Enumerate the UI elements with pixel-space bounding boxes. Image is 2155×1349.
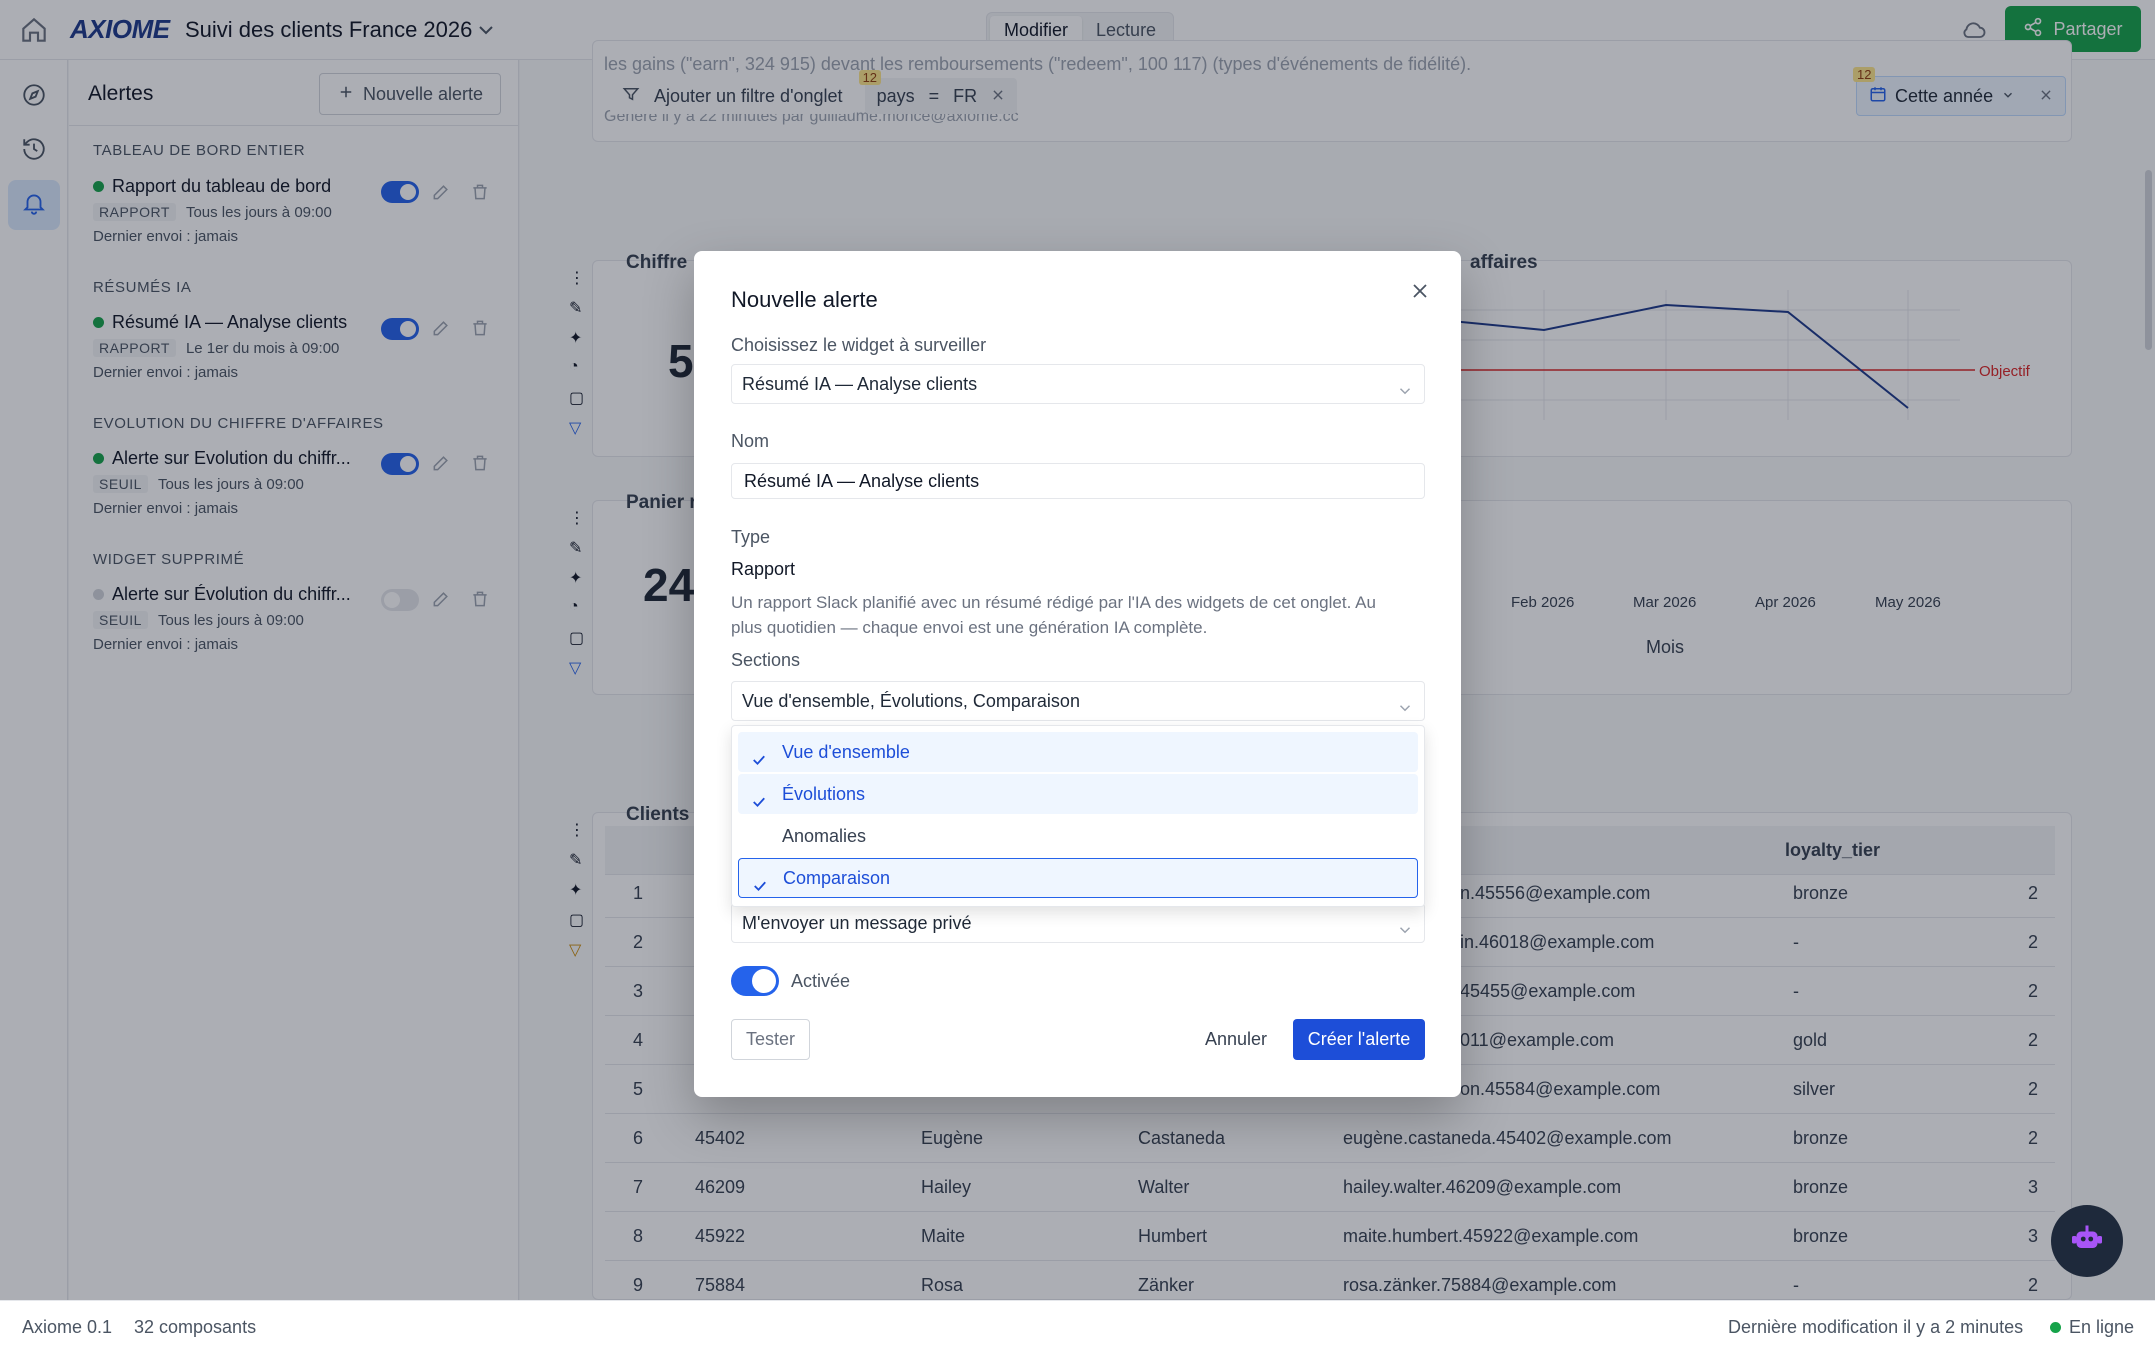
option-comparaison[interactable]: Comparaison xyxy=(738,858,1418,898)
name-input[interactable] xyxy=(731,463,1425,499)
type-label: Type xyxy=(731,527,771,547)
component-count: 32 composants xyxy=(134,1317,257,1337)
option-vue-ensemble[interactable]: Vue d'ensemble xyxy=(738,732,1418,772)
app-version: Axiome 0.1 xyxy=(22,1317,113,1337)
enabled-label: Activée xyxy=(791,971,851,991)
check-icon xyxy=(751,870,769,892)
widget-select-label: Choisissez le widget à surveiller xyxy=(731,335,987,355)
last-modified: Dernière modification il y a 2 minutes xyxy=(1728,1317,2024,1337)
option-evolutions[interactable]: Évolutions xyxy=(738,774,1418,814)
widget-select-value: Résumé IA — Analyse clients xyxy=(742,374,978,394)
sections-dropdown: Vue d'ensemble Évolutions Anomalies Comp… xyxy=(731,725,1425,907)
check-icon xyxy=(750,785,768,808)
sections-select[interactable]: Vue d'ensemble, Évolutions, Comparaison xyxy=(731,681,1425,721)
close-icon[interactable] xyxy=(1408,279,1432,303)
delivery-select-value: M'envoyer un message privé xyxy=(742,913,972,933)
widget-select[interactable]: Résumé IA — Analyse clients xyxy=(731,364,1425,404)
robot-icon xyxy=(2069,1221,2105,1262)
type-description: Un rapport Slack planifié avec un résumé… xyxy=(731,593,1376,637)
chevron-down-icon xyxy=(1396,692,1414,712)
new-alert-modal: Nouvelle alerte Choisissez le widget à s… xyxy=(694,251,1461,1097)
test-button[interactable]: Tester xyxy=(731,1019,810,1060)
option-anomalies[interactable]: Anomalies xyxy=(738,816,1418,856)
online-label: En ligne xyxy=(2069,1317,2135,1337)
modal-title: Nouvelle alerte xyxy=(731,287,878,312)
name-label: Nom xyxy=(731,431,770,451)
create-alert-button[interactable]: Créer l'alerte xyxy=(1293,1019,1425,1060)
check-icon xyxy=(750,743,768,766)
type-value: Rapport xyxy=(731,559,796,579)
chevron-down-icon xyxy=(1396,375,1414,395)
sections-select-value: Vue d'ensemble, Évolutions, Comparaison xyxy=(742,691,1080,711)
chevron-down-icon xyxy=(1396,914,1414,934)
enabled-toggle[interactable] xyxy=(731,966,779,996)
online-dot xyxy=(2050,1322,2061,1333)
status-bar: Axiome 0.1 32 composants Dernière modifi… xyxy=(0,1300,2155,1349)
cancel-button[interactable]: Annuler xyxy=(1196,1019,1276,1060)
sections-label: Sections xyxy=(731,650,801,670)
online-status: En ligne xyxy=(2050,1317,2134,1338)
assistant-button[interactable] xyxy=(2051,1205,2123,1277)
delivery-select[interactable]: M'envoyer un message privé xyxy=(731,903,1425,943)
